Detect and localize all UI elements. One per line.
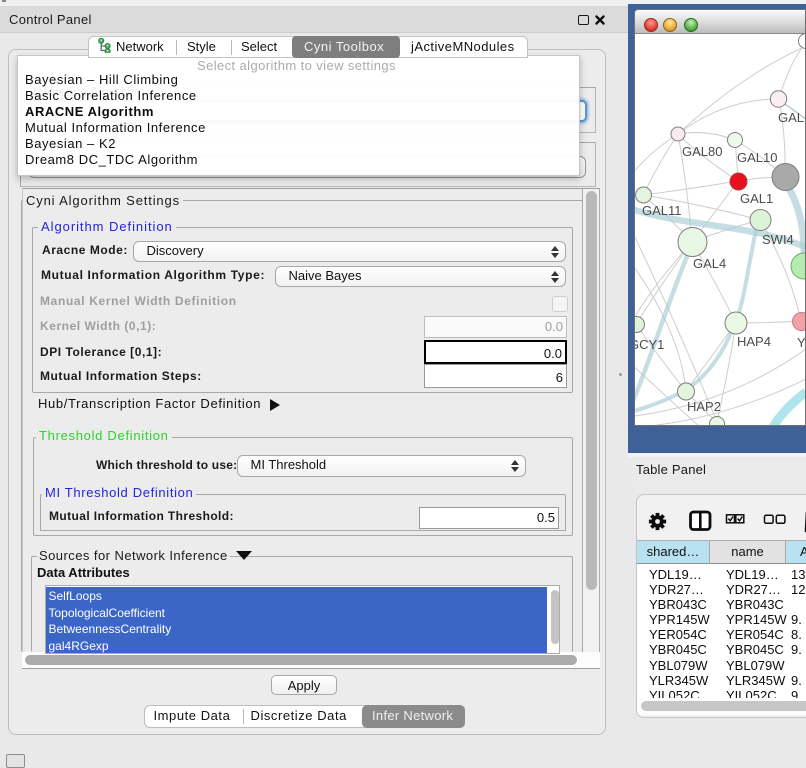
- svg-text:GAL1: GAL1: [740, 191, 773, 206]
- svg-text:HAP4: HAP4: [737, 334, 771, 349]
- svg-text:GAL: GAL: [778, 110, 804, 125]
- svg-text:GCY1: GCY1: [635, 337, 664, 352]
- svg-text:GAL80: GAL80: [682, 144, 722, 159]
- svg-text:Y: Y: [797, 335, 806, 350]
- svg-text:GAL11: GAL11: [642, 203, 682, 218]
- svg-text:SWI4: SWI4: [762, 232, 794, 247]
- svg-text:HAP2: HAP2: [687, 399, 721, 414]
- svg-text:GAL4: GAL4: [693, 256, 726, 271]
- svg-text:GAL10: GAL10: [737, 150, 777, 165]
